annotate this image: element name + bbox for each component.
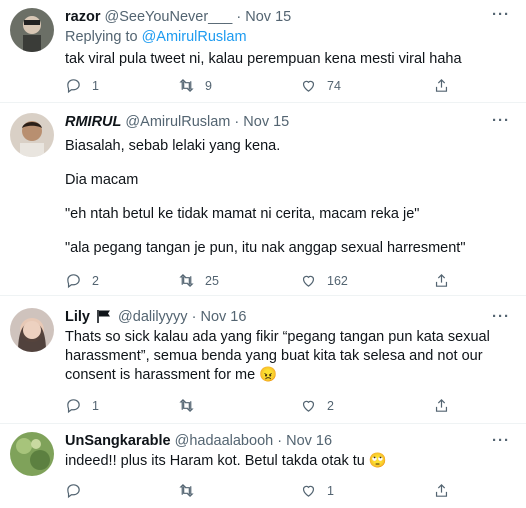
tweet-date[interactable]: Nov 16 bbox=[286, 433, 332, 449]
reply-icon bbox=[67, 274, 80, 289]
share-button[interactable] bbox=[433, 77, 450, 94]
tweet-lily[interactable]: Lily @dalilyyyy · Nov 16 Thats so sick k… bbox=[0, 296, 526, 424]
tweet-unsangkarable[interactable]: UnSangkarable @hadaalabooh · Nov 16 inde… bbox=[0, 424, 526, 508]
tweet-header: Lily @dalilyyyy · Nov 16 bbox=[65, 309, 247, 325]
more-icon[interactable]: ··· bbox=[492, 6, 510, 23]
reply-icon bbox=[67, 484, 80, 499]
replying-to: Replying to @AmirulRuslam bbox=[65, 29, 247, 45]
reply-count: 2 bbox=[92, 273, 99, 288]
retweet-icon bbox=[179, 273, 194, 288]
like-button[interactable]: 2 bbox=[300, 397, 334, 414]
tweet-text: Biasalah, sebab lelaki yang kena. Dia ma… bbox=[65, 138, 466, 256]
retweet-button[interactable]: 9 bbox=[178, 77, 212, 94]
reply-icon bbox=[67, 399, 80, 414]
like-icon bbox=[302, 275, 315, 287]
tweet-text: indeed!! plus its Haram kot. Betul takda… bbox=[65, 453, 387, 469]
retweet-button[interactable] bbox=[178, 482, 205, 499]
display-name[interactable]: UnSangkarable bbox=[65, 433, 171, 449]
like-count: 162 bbox=[327, 273, 348, 288]
more-icon[interactable]: ··· bbox=[492, 432, 510, 449]
handle[interactable]: @hadaalabooh bbox=[175, 433, 274, 449]
tweet-header: RMIRUL @AmirulRuslam · Nov 15 bbox=[65, 114, 290, 130]
like-button[interactable]: 1 bbox=[300, 482, 334, 499]
avatar[interactable] bbox=[10, 8, 54, 52]
retweet-count: 25 bbox=[205, 273, 219, 288]
tweet-text: Thats so sick kalau ada yang fikir “pega… bbox=[65, 329, 490, 383]
replying-to-link[interactable]: @AmirulRuslam bbox=[142, 29, 247, 45]
share-icon bbox=[435, 398, 448, 412]
retweet-icon bbox=[179, 483, 194, 498]
share-button[interactable] bbox=[433, 397, 450, 414]
retweet-icon bbox=[179, 398, 194, 413]
tweet-date[interactable]: Nov 15 bbox=[245, 9, 291, 25]
handle[interactable]: @SeeYouNever___ bbox=[105, 9, 233, 25]
retweet-icon bbox=[179, 78, 194, 93]
more-icon[interactable]: ··· bbox=[492, 112, 510, 129]
share-icon bbox=[435, 273, 448, 287]
like-button[interactable]: 162 bbox=[300, 272, 348, 289]
display-name[interactable]: Lily bbox=[65, 309, 90, 325]
tweet-rmirul[interactable]: RMIRUL @AmirulRuslam · Nov 15 Biasalah, … bbox=[0, 103, 526, 296]
tweet-text: tak viral pula tweet ni, kalau perempuan… bbox=[65, 51, 462, 67]
reply-count: 1 bbox=[92, 78, 99, 93]
retweet-button[interactable] bbox=[178, 397, 205, 414]
avatar[interactable] bbox=[10, 113, 54, 157]
reply-button[interactable]: 2 bbox=[65, 272, 99, 289]
like-count: 1 bbox=[327, 483, 334, 498]
display-name[interactable]: RMIRUL bbox=[65, 114, 121, 130]
share-button[interactable] bbox=[433, 482, 450, 499]
tweet-razor[interactable]: razor @SeeYouNever___ · Nov 15 Replying … bbox=[0, 0, 526, 103]
avatar[interactable] bbox=[10, 432, 54, 476]
share-icon bbox=[435, 483, 448, 497]
tweet-date[interactable]: Nov 16 bbox=[200, 309, 246, 325]
more-icon[interactable]: ··· bbox=[492, 308, 510, 325]
tweet-date[interactable]: Nov 15 bbox=[243, 114, 289, 130]
reply-button[interactable]: 1 bbox=[65, 397, 99, 414]
handle[interactable]: @AmirulRuslam bbox=[125, 114, 230, 130]
like-icon bbox=[302, 400, 315, 412]
like-count: 74 bbox=[327, 78, 341, 93]
tweet-actions: 1 bbox=[65, 482, 466, 502]
tweet-header: UnSangkarable @hadaalabooh · Nov 16 bbox=[65, 433, 333, 449]
retweet-count: 9 bbox=[205, 78, 212, 93]
avatar[interactable] bbox=[10, 308, 54, 352]
share-button[interactable] bbox=[433, 272, 450, 289]
reply-count: 1 bbox=[92, 398, 99, 413]
tweet-actions: 1 9 74 bbox=[65, 77, 466, 97]
tweet-header: razor @SeeYouNever___ · Nov 15 bbox=[65, 9, 292, 25]
like-icon bbox=[302, 485, 315, 497]
like-button[interactable]: 74 bbox=[300, 77, 341, 94]
retweet-button[interactable]: 25 bbox=[178, 272, 219, 289]
like-icon bbox=[302, 80, 315, 92]
reply-button[interactable]: 1 bbox=[65, 77, 99, 94]
share-icon bbox=[435, 78, 448, 92]
reply-icon bbox=[67, 79, 80, 94]
like-count: 2 bbox=[327, 398, 334, 413]
flag-icon bbox=[97, 310, 111, 323]
tweet-actions: 1 2 bbox=[65, 397, 466, 417]
display-name[interactable]: razor bbox=[65, 9, 100, 25]
tweet-actions: 2 25 162 bbox=[65, 272, 466, 292]
handle[interactable]: @dalilyyyy bbox=[118, 309, 188, 325]
reply-button[interactable] bbox=[65, 482, 92, 499]
